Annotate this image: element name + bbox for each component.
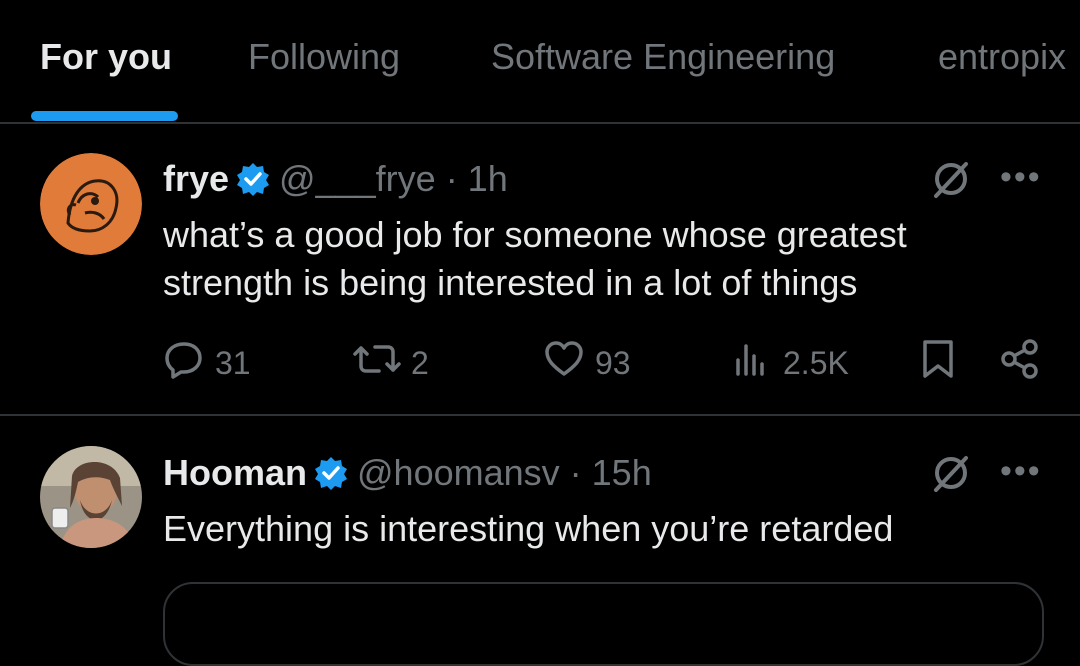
share-button[interactable] <box>999 338 1051 388</box>
reply-icon <box>163 338 215 388</box>
tweet-actions: 31 2 93 2.5K <box>163 338 1043 386</box>
tweet-text: Everything is interesting when you’re re… <box>163 508 894 549</box>
author-name[interactable]: Hooman <box>163 452 307 493</box>
views-count: 2.5K <box>783 344 849 381</box>
author-handle[interactable]: @hoomansv <box>357 452 560 493</box>
quoted-tweet-card[interactable] <box>163 582 1044 666</box>
tab-for-you[interactable]: For you <box>40 36 172 78</box>
tweet-time[interactable]: · 15h <box>570 452 652 493</box>
repost-count: 2 <box>411 344 429 381</box>
avatar[interactable] <box>40 446 142 548</box>
active-tab-indicator <box>31 111 178 121</box>
tab-software-engineering[interactable]: Software Engineering <box>491 36 835 78</box>
tweet-header: Hooman @hoomansv · 15h <box>163 452 652 500</box>
repost-button[interactable]: 2 <box>353 338 429 388</box>
tabs-divider <box>0 122 1080 124</box>
tweet-time[interactable]: · 1h <box>446 158 508 199</box>
bookmark-icon <box>918 338 968 388</box>
verified-badge-icon <box>313 455 349 500</box>
avatar[interactable] <box>40 153 142 255</box>
timeline-tabs: For you Following Software Engineering e… <box>0 0 1080 124</box>
share-icon <box>999 338 1051 388</box>
verified-badge-icon <box>235 161 271 206</box>
more-icon[interactable]: ••• <box>1000 452 1042 491</box>
reply-count: 31 <box>215 344 251 381</box>
heart-icon <box>543 338 595 388</box>
author-handle[interactable]: @___frye <box>279 158 436 199</box>
bookmark-button[interactable] <box>918 338 968 388</box>
author-name[interactable]: frye <box>163 158 229 199</box>
views-icon <box>733 338 783 388</box>
like-button[interactable]: 93 <box>543 338 631 388</box>
more-icon[interactable]: ••• <box>1000 158 1042 197</box>
tweet-divider <box>0 414 1080 416</box>
grok-icon[interactable] <box>930 158 972 200</box>
grok-icon[interactable] <box>930 452 972 494</box>
like-count: 93 <box>595 344 631 381</box>
tab-following[interactable]: Following <box>248 36 400 78</box>
tab-entropix[interactable]: entropix <box>938 36 1066 78</box>
views-button[interactable]: 2.5K <box>733 338 849 388</box>
tweet-text: what’s a good job for someone whose grea… <box>163 214 907 303</box>
tweet-header: frye @___frye · 1h <box>163 158 508 206</box>
reply-button[interactable]: 31 <box>163 338 251 388</box>
repost-icon <box>353 338 411 388</box>
